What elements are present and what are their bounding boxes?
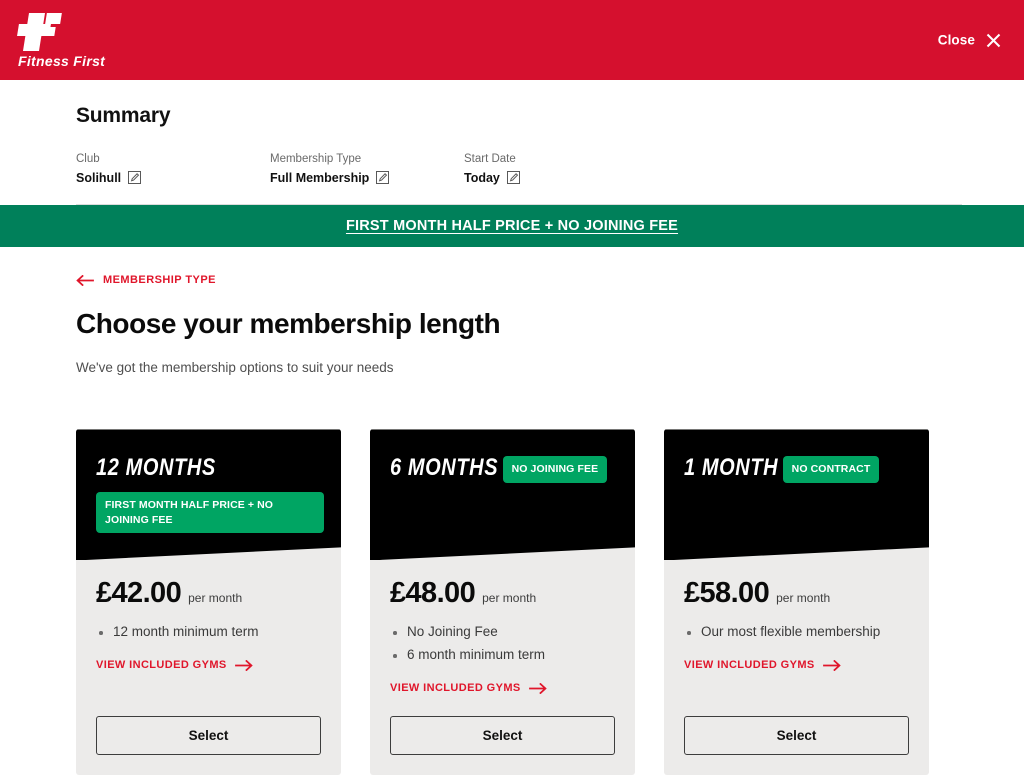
card-body: £42.00 per month 12 month minimum term V… bbox=[76, 560, 341, 775]
brand-logo: Fitness First bbox=[16, 12, 106, 69]
card-price: £48.00 bbox=[390, 577, 476, 610]
membership-card-12-months: 12 MONTHS FIRST MONTH HALF PRICE + NO JO… bbox=[76, 429, 341, 776]
edit-icon[interactable] bbox=[376, 171, 390, 185]
view-included-gyms-link[interactable]: VIEW INCLUDED GYMS bbox=[390, 682, 547, 694]
arrow-left-icon bbox=[76, 274, 94, 286]
list-item: No Joining Fee bbox=[390, 622, 615, 643]
card-term-title: 6 MONTHS bbox=[390, 455, 499, 482]
summary-item-label: Start Date bbox=[464, 153, 516, 165]
summary-section: Summary Club Solihull Membership Type Fu… bbox=[0, 80, 1024, 205]
card-feature-list: 12 month minimum term bbox=[96, 622, 321, 645]
arrow-right-icon bbox=[528, 682, 547, 694]
summary-row: Club Solihull Membership Type Full Membe… bbox=[76, 152, 962, 205]
price-row: £42.00 per month bbox=[96, 577, 321, 610]
card-price: £42.00 bbox=[96, 577, 182, 610]
select-button[interactable]: Select bbox=[96, 716, 321, 756]
summary-title: Summary bbox=[76, 104, 171, 127]
view-included-gyms-link[interactable]: VIEW INCLUDED GYMS bbox=[684, 659, 841, 671]
card-price-period: per month bbox=[482, 591, 537, 606]
card-term-title: 12 MONTHS bbox=[96, 455, 216, 482]
summary-item-label: Membership Type bbox=[270, 153, 362, 165]
list-item: 6 month minimum term bbox=[390, 645, 615, 666]
card-header: 6 MONTHS NO JOINING FEE bbox=[370, 429, 635, 561]
card-badge: FIRST MONTH HALF PRICE + NO JOINING FEE bbox=[96, 492, 324, 533]
summary-item-start-date: Start Date Today bbox=[464, 152, 664, 185]
brand-name: Fitness First bbox=[18, 52, 106, 69]
list-item: 12 month minimum term bbox=[96, 622, 321, 643]
view-included-gyms-link[interactable]: VIEW INCLUDED GYMS bbox=[96, 659, 253, 671]
membership-card-list: 12 MONTHS FIRST MONTH HALF PRICE + NO JO… bbox=[76, 429, 1024, 776]
summary-item-label: Club bbox=[76, 153, 100, 165]
summary-item-value: Full Membership bbox=[270, 170, 370, 185]
summary-item-club: Club Solihull bbox=[76, 152, 270, 185]
select-button[interactable]: Select bbox=[684, 716, 909, 756]
arrow-right-icon bbox=[822, 659, 841, 671]
price-row: £48.00 per month bbox=[390, 577, 615, 610]
promo-banner-text[interactable]: FIRST MONTH HALF PRICE + NO JOINING FEE bbox=[346, 218, 678, 234]
card-price: £58.00 bbox=[684, 577, 770, 610]
card-price-period: per month bbox=[776, 591, 831, 606]
close-button[interactable]: Close bbox=[938, 32, 1002, 49]
arrow-right-icon bbox=[234, 659, 253, 671]
card-badge: NO CONTRACT bbox=[782, 456, 880, 483]
card-body: £58.00 per month Our most flexible membe… bbox=[664, 560, 929, 775]
card-term-title: 1 MONTH bbox=[684, 455, 779, 482]
view-included-gyms-label: VIEW INCLUDED GYMS bbox=[684, 659, 815, 672]
card-header: 1 MONTH NO CONTRACT bbox=[664, 429, 929, 561]
close-icon bbox=[985, 32, 1002, 49]
view-included-gyms-label: VIEW INCLUDED GYMS bbox=[390, 682, 521, 695]
main-content: MEMBERSHIP TYPE Choose your membership l… bbox=[0, 246, 1024, 776]
membership-card-1-month: 1 MONTH NO CONTRACT £58.00 per month Our… bbox=[664, 429, 929, 776]
fitness-first-logo-icon bbox=[16, 12, 76, 51]
card-feature-list: Our most flexible membership bbox=[684, 622, 909, 645]
price-row: £58.00 per month bbox=[684, 577, 909, 610]
card-badge: NO JOINING FEE bbox=[502, 456, 608, 483]
summary-item-value: Solihull bbox=[76, 170, 122, 185]
back-link-label: MEMBERSHIP TYPE bbox=[103, 274, 216, 287]
edit-icon[interactable] bbox=[128, 171, 142, 185]
page-title: Choose your membership length bbox=[76, 308, 501, 340]
close-button-label: Close bbox=[937, 32, 975, 48]
select-button[interactable]: Select bbox=[390, 716, 615, 756]
list-item: Our most flexible membership bbox=[684, 622, 909, 643]
summary-item-value: Today bbox=[464, 170, 500, 185]
edit-icon[interactable] bbox=[506, 171, 520, 185]
page-subtitle: We've got the membership options to suit… bbox=[76, 360, 394, 376]
summary-item-membership-type: Membership Type Full Membership bbox=[270, 152, 464, 185]
card-header: 12 MONTHS FIRST MONTH HALF PRICE + NO JO… bbox=[76, 429, 341, 561]
card-feature-list: No Joining Fee 6 month minimum term bbox=[390, 622, 615, 668]
membership-card-6-months: 6 MONTHS NO JOINING FEE £48.00 per month… bbox=[370, 429, 635, 776]
card-price-period: per month bbox=[188, 591, 243, 606]
app-header: Fitness First Close bbox=[0, 0, 1024, 80]
back-link-membership-type[interactable]: MEMBERSHIP TYPE bbox=[76, 274, 216, 286]
promo-banner[interactable]: FIRST MONTH HALF PRICE + NO JOINING FEE bbox=[0, 204, 1024, 247]
view-included-gyms-label: VIEW INCLUDED GYMS bbox=[96, 659, 227, 672]
card-body: £48.00 per month No Joining Fee 6 month … bbox=[370, 560, 635, 775]
